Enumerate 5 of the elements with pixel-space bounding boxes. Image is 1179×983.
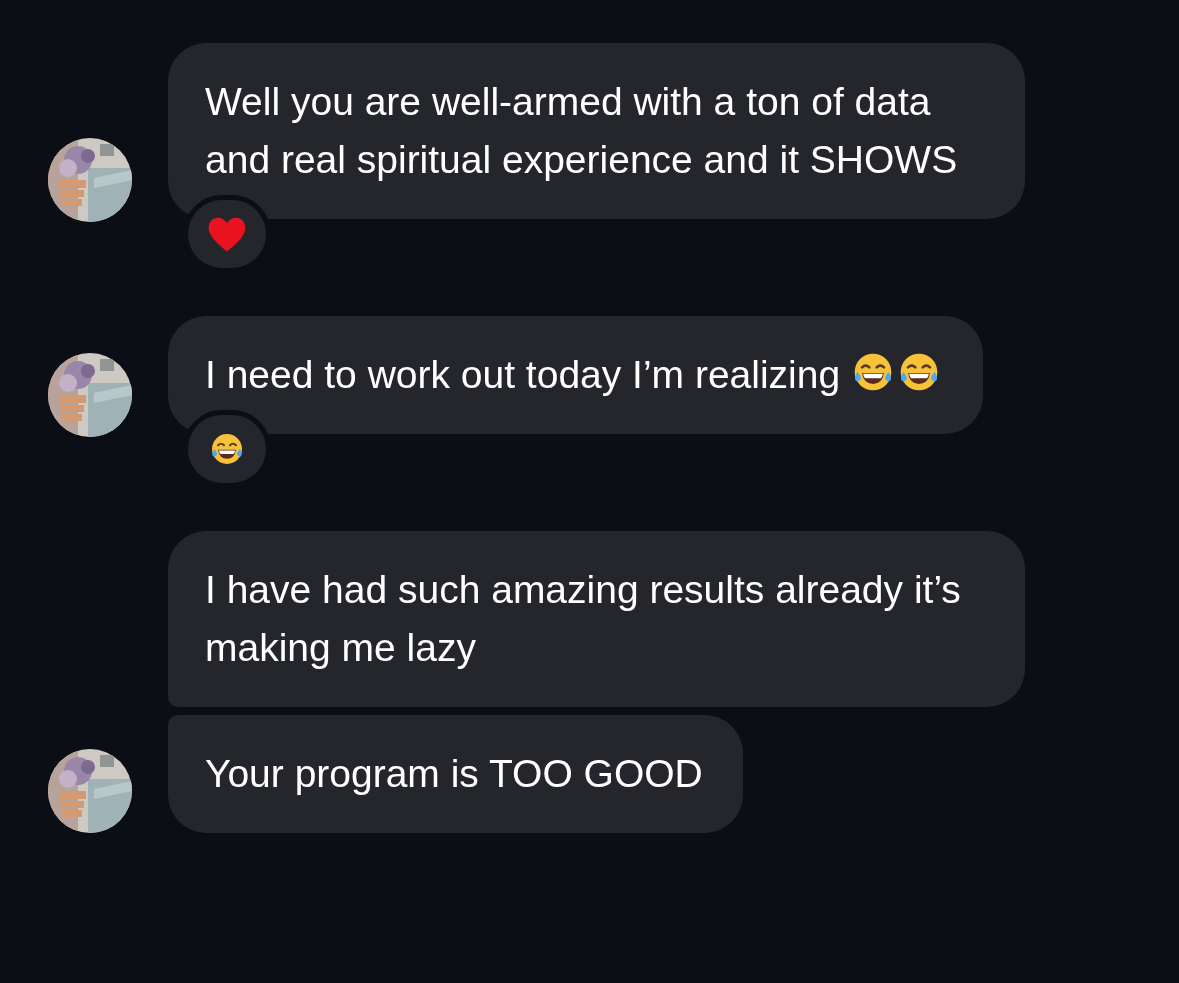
message-text: I have had such amazing results already it’s making me lazy <box>205 567 962 671</box>
message-text: Your program is TOO GOOD <box>205 751 703 797</box>
laughing-face-icon <box>209 431 245 467</box>
message-text: Well you are well-armed with a ton of data and real spiritual experience and it SHOWS <box>205 79 959 183</box>
message-text: I need to work out today I’m realizing <box>205 346 943 404</box>
